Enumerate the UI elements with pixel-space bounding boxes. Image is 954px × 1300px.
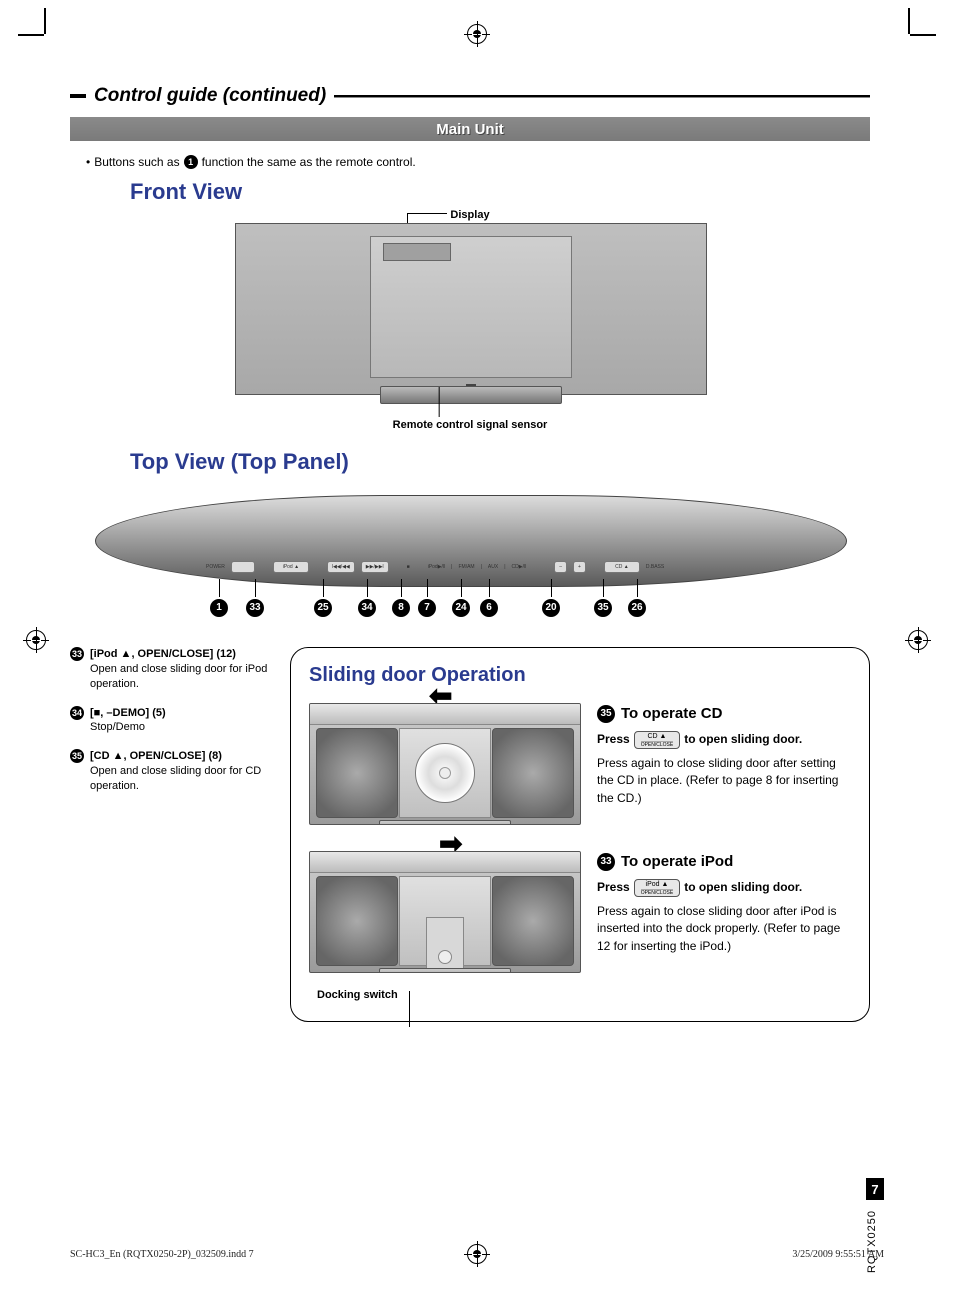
def-desc-35: Open and close sliding door for CD opera… — [90, 764, 270, 794]
ipod-operation-row: ➡ Docking switch 33 — [309, 851, 851, 1001]
cd-open-button[interactable]: CD ▲ — [604, 561, 640, 573]
ipod-num: 33 — [597, 853, 615, 871]
section-title-text: Control guide (continued) — [94, 85, 326, 107]
callout-20: 20 — [542, 599, 560, 617]
def-item-33: 33 [iPod ▲, OPEN/CLOSE] (12) Open and cl… — [70, 647, 270, 692]
callout-24: 24 — [452, 599, 470, 617]
front-display-window — [383, 243, 451, 261]
def-title-35: [CD ▲, OPEN/CLOSE] (8) — [90, 750, 222, 762]
callout-8: 8 — [392, 599, 410, 617]
stop-demo-label: ■ — [407, 564, 410, 570]
sensor-label: Remote control signal sensor — [393, 419, 548, 431]
footer: SC-HC3_En (RQTX0250-2P)_032509.indd 7 3/… — [70, 1249, 884, 1260]
ipod-dock-slot — [426, 917, 464, 971]
bullet: • — [86, 155, 90, 169]
ipod-heading: To operate iPod — [621, 851, 733, 873]
def-title-33: [iPod ▲, OPEN/CLOSE] (12) — [90, 648, 236, 660]
note-circled-num: 1 — [184, 155, 198, 169]
main-unit-title: Main Unit — [436, 121, 504, 138]
note-suffix: function the same as the remote control. — [202, 155, 416, 169]
callout-35: 35 — [594, 599, 612, 617]
def-desc-33: Open and close sliding door for iPod ope… — [90, 662, 270, 692]
front-foot — [380, 386, 562, 404]
vol-up-button[interactable]: + — [573, 561, 586, 573]
page-number: 7 — [866, 1178, 884, 1200]
cd-disc-icon — [415, 743, 475, 803]
speaker-right — [492, 876, 574, 966]
cdplay-label: CD▶/ll — [512, 564, 527, 570]
next-button[interactable]: ▶▶/▶▶l — [361, 561, 389, 573]
mini-unit-cd — [309, 703, 581, 825]
def-num-35: 35 — [70, 749, 84, 763]
cd-text: 35 To operate CD Press CD ▲ OPEN/CLOSE t… — [597, 703, 851, 825]
power-button[interactable] — [231, 561, 255, 573]
front-view-heading: Front View — [130, 179, 870, 205]
cd-heading: To operate CD — [621, 703, 722, 725]
sliding-door-box: Sliding door Operation ⬅ — [290, 647, 870, 1022]
dbass-label: D.BASS — [646, 564, 664, 570]
display-label: Display — [450, 209, 489, 221]
ipod-text: 33 To operate iPod Press iPod ▲ OPEN/CLO… — [597, 851, 851, 1001]
cd-body: Press again to close sliding door after … — [597, 755, 851, 807]
ipod-play-label: iPod▶/ll — [428, 564, 445, 570]
def-item-34: 34 [■, –DEMO] (5) Stop/Demo — [70, 706, 270, 736]
ipod-panel — [399, 876, 491, 966]
main-unit-bar: Main Unit — [70, 117, 870, 141]
cd-press-prefix: Press — [597, 731, 630, 748]
top-view-callouts: 1 33 25 34 8 7 24 6 20 35 26 — [205, 587, 735, 627]
ipod-body: Press again to close sliding door after … — [597, 903, 851, 955]
prev-button[interactable]: l◀◀/◀◀ — [327, 561, 355, 573]
callout-25: 25 — [314, 599, 332, 617]
top-panel-buttons: POWER iPod ▲ l◀◀/◀◀ ▶▶/▶▶l ■ iPod▶/ll | … — [206, 558, 736, 576]
ipod-open-button[interactable]: iPod ▲ — [273, 561, 309, 573]
speaker-left — [316, 728, 398, 818]
front-view-diagram: Display Remote control signal sensor — [235, 223, 705, 395]
speaker-right — [492, 728, 574, 818]
side-code: RQTX0250 — [866, 1210, 878, 1273]
power-label: POWER — [206, 564, 225, 570]
ipod-diagram: ➡ Docking switch — [309, 851, 579, 1001]
callout-6: 6 — [480, 599, 498, 617]
speaker-left — [316, 876, 398, 966]
ipod-press-prefix: Press — [597, 879, 630, 896]
callout-26: 26 — [628, 599, 646, 617]
footer-left: SC-HC3_En (RQTX0250-2P)_032509.indd 7 — [70, 1249, 254, 1260]
def-num-33: 33 — [70, 647, 84, 661]
callout-7: 7 — [418, 599, 436, 617]
callout-33: 33 — [246, 599, 264, 617]
cd-operation-row: ⬅ 35 To operate CD — [309, 703, 851, 825]
note-line: • Buttons such as 1 function the same as… — [86, 155, 870, 169]
top-view-heading: Top View (Top Panel) — [130, 449, 870, 475]
page-content: Control guide (continued) Main Unit • Bu… — [70, 85, 870, 1022]
front-unit — [235, 223, 707, 395]
def-title-34: [■, –DEMO] (5) — [90, 707, 166, 719]
footer-right: 3/25/2009 9:55:51 AM — [792, 1249, 884, 1260]
aux-label: AUX — [488, 564, 498, 570]
ipod-press-suffix: to open sliding door. — [684, 879, 802, 896]
def-item-35: 35 [CD ▲, OPEN/CLOSE] (8) Open and close… — [70, 749, 270, 794]
def-desc-34: Stop/Demo — [90, 720, 166, 735]
callout-1: 1 — [210, 599, 228, 617]
dock-leader-line — [409, 991, 410, 1027]
cd-panel — [399, 728, 491, 818]
cd-num: 35 — [597, 705, 615, 723]
def-num-34: 34 — [70, 706, 84, 720]
top-shell: POWER iPod ▲ l◀◀/◀◀ ▶▶/▶▶l ■ iPod▶/ll | … — [95, 495, 847, 587]
section-title: Control guide (continued) — [70, 85, 870, 107]
ipod-open-chip[interactable]: iPod ▲ OPEN/CLOSE — [634, 879, 681, 897]
note-prefix: Buttons such as — [94, 155, 179, 169]
cd-open-chip[interactable]: CD ▲ OPEN/CLOSE — [634, 731, 681, 749]
vol-down-button[interactable]: – — [554, 561, 567, 573]
fmam-label: FM/AM — [458, 564, 474, 570]
sliding-title: Sliding door Operation — [309, 664, 851, 687]
mini-unit-ipod — [309, 851, 581, 973]
callout-34: 34 — [358, 599, 376, 617]
definitions-list: 33 [iPod ▲, OPEN/CLOSE] (12) Open and cl… — [70, 647, 270, 808]
sensor-callout: Remote control signal sensor — [393, 417, 548, 431]
dock-label: Docking switch — [317, 989, 579, 1001]
front-center-panel — [370, 236, 572, 378]
top-view-diagram: POWER iPod ▲ l◀◀/◀◀ ▶▶/▶▶l ■ iPod▶/ll | … — [95, 495, 845, 627]
cd-diagram: ⬅ — [309, 703, 579, 825]
cd-press-suffix: to open sliding door. — [684, 731, 802, 748]
